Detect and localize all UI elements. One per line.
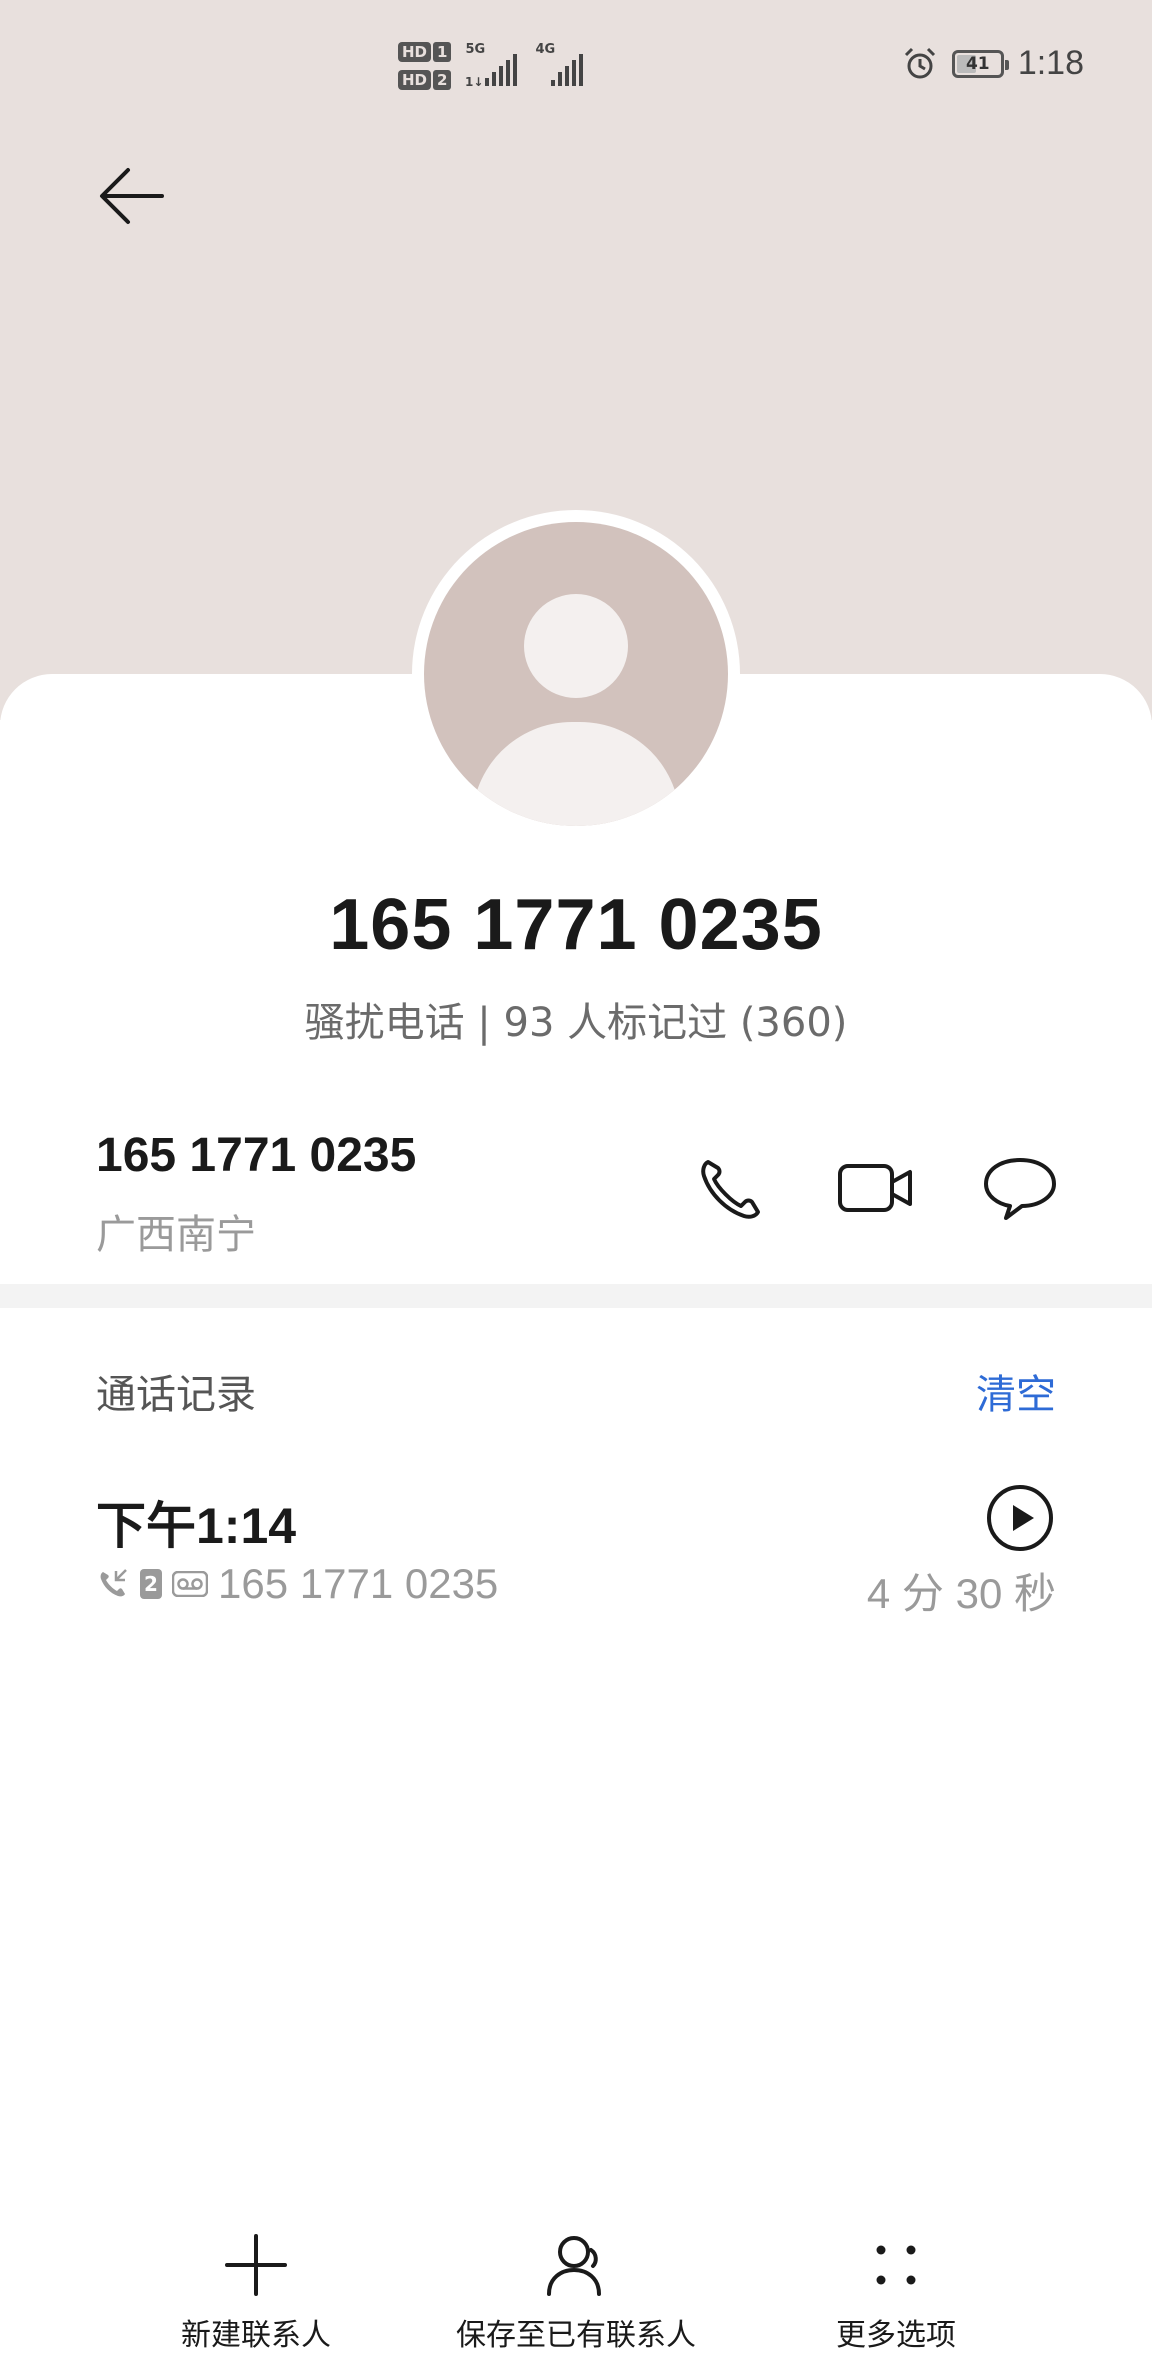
voicemail-icon <box>172 1571 208 1597</box>
clear-log-button[interactable]: 清空 <box>976 1362 1056 1420</box>
more-options-button[interactable]: 更多选项 <box>816 2230 976 2354</box>
network-4g-indicator: 4G <box>535 42 591 90</box>
status-right: 41 1:18 <box>902 44 1084 83</box>
back-button[interactable] <box>96 160 168 232</box>
network-5g-indicator: 5G 1↓ <box>465 42 521 90</box>
section-divider <box>0 1284 1152 1308</box>
phone-icon <box>701 1160 760 1219</box>
alarm-clock-icon <box>904 47 935 78</box>
incoming-call-icon <box>100 1569 127 1597</box>
arrow-left-icon <box>100 168 164 224</box>
battery-percent: 41 <box>965 53 990 74</box>
play-recording-button[interactable] <box>986 1484 1054 1552</box>
play-circle-icon <box>987 1485 1053 1551</box>
sim-badge: 2 <box>140 1569 162 1599</box>
status-time: 1:18 <box>1017 44 1084 82</box>
default-avatar-icon <box>424 522 728 826</box>
hd-badges: HD 1 HD 2 <box>398 42 452 90</box>
sim1-hd-badge: HD 1 <box>398 42 452 62</box>
spam-tag: 骚扰电话 | 93 人标记过 (360) <box>304 1000 848 1046</box>
sim1-number: 1 <box>433 42 452 62</box>
more-options-label: 更多选项 <box>836 2318 956 2353</box>
call-record-meta: 2 165 1771 0235 <box>96 1560 498 1608</box>
video-call-button[interactable] <box>836 1148 916 1228</box>
avatar-head <box>524 594 628 698</box>
chat-bubble-icon <box>984 1158 1056 1220</box>
new-contact-label: 新建联系人 <box>181 2318 331 2353</box>
call-button[interactable] <box>692 1148 772 1228</box>
save-existing-contact-button[interactable]: 保存至已有联系人 <box>456 2230 696 2354</box>
plus-icon <box>225 2234 287 2296</box>
signal-bars-icon <box>551 54 584 86</box>
bottom-action-bar: 新建联系人 保存至已有联系人 更多选项 <box>0 2230 1152 2376</box>
avatar-body <box>472 722 680 826</box>
phone-number[interactable]: 165 1771 0235 <box>96 1128 416 1183</box>
status-bar: HD 1 HD 2 5G 1↓ 4G 41 1:18 <box>0 0 1152 130</box>
sim2-hd-label: HD <box>398 70 432 90</box>
call-log-header: 通话记录 <box>96 1372 256 1418</box>
more-dots-icon <box>876 2245 916 2285</box>
save-existing-label: 保存至已有联系人 <box>456 2318 696 2353</box>
call-record-duration: 4 分 30 秒 <box>866 1570 1056 1617</box>
avatar <box>412 510 740 838</box>
svg-text:1↓: 1↓ <box>465 75 483 89</box>
phone-location: 广西南宁 <box>96 1212 256 1258</box>
sim2-number: 2 <box>433 70 452 90</box>
video-camera-icon <box>838 1164 912 1212</box>
sim2-hd-badge: HD 2 <box>398 70 452 90</box>
message-button[interactable] <box>980 1148 1060 1228</box>
signal-bars-icon: 1↓ <box>465 54 518 89</box>
signal-area: HD 1 HD 2 5G 1↓ 4G <box>398 36 591 96</box>
call-record-time[interactable]: 下午1:14 <box>96 1486 296 1558</box>
page-title: 165 1771 0235 <box>329 885 823 965</box>
person-icon <box>547 2236 601 2296</box>
call-record-number: 165 1771 0235 <box>218 1560 499 1607</box>
new-contact-button[interactable]: 新建联系人 <box>176 2230 336 2354</box>
battery-icon: 41 <box>951 49 1009 78</box>
sim1-hd-label: HD <box>398 42 432 62</box>
